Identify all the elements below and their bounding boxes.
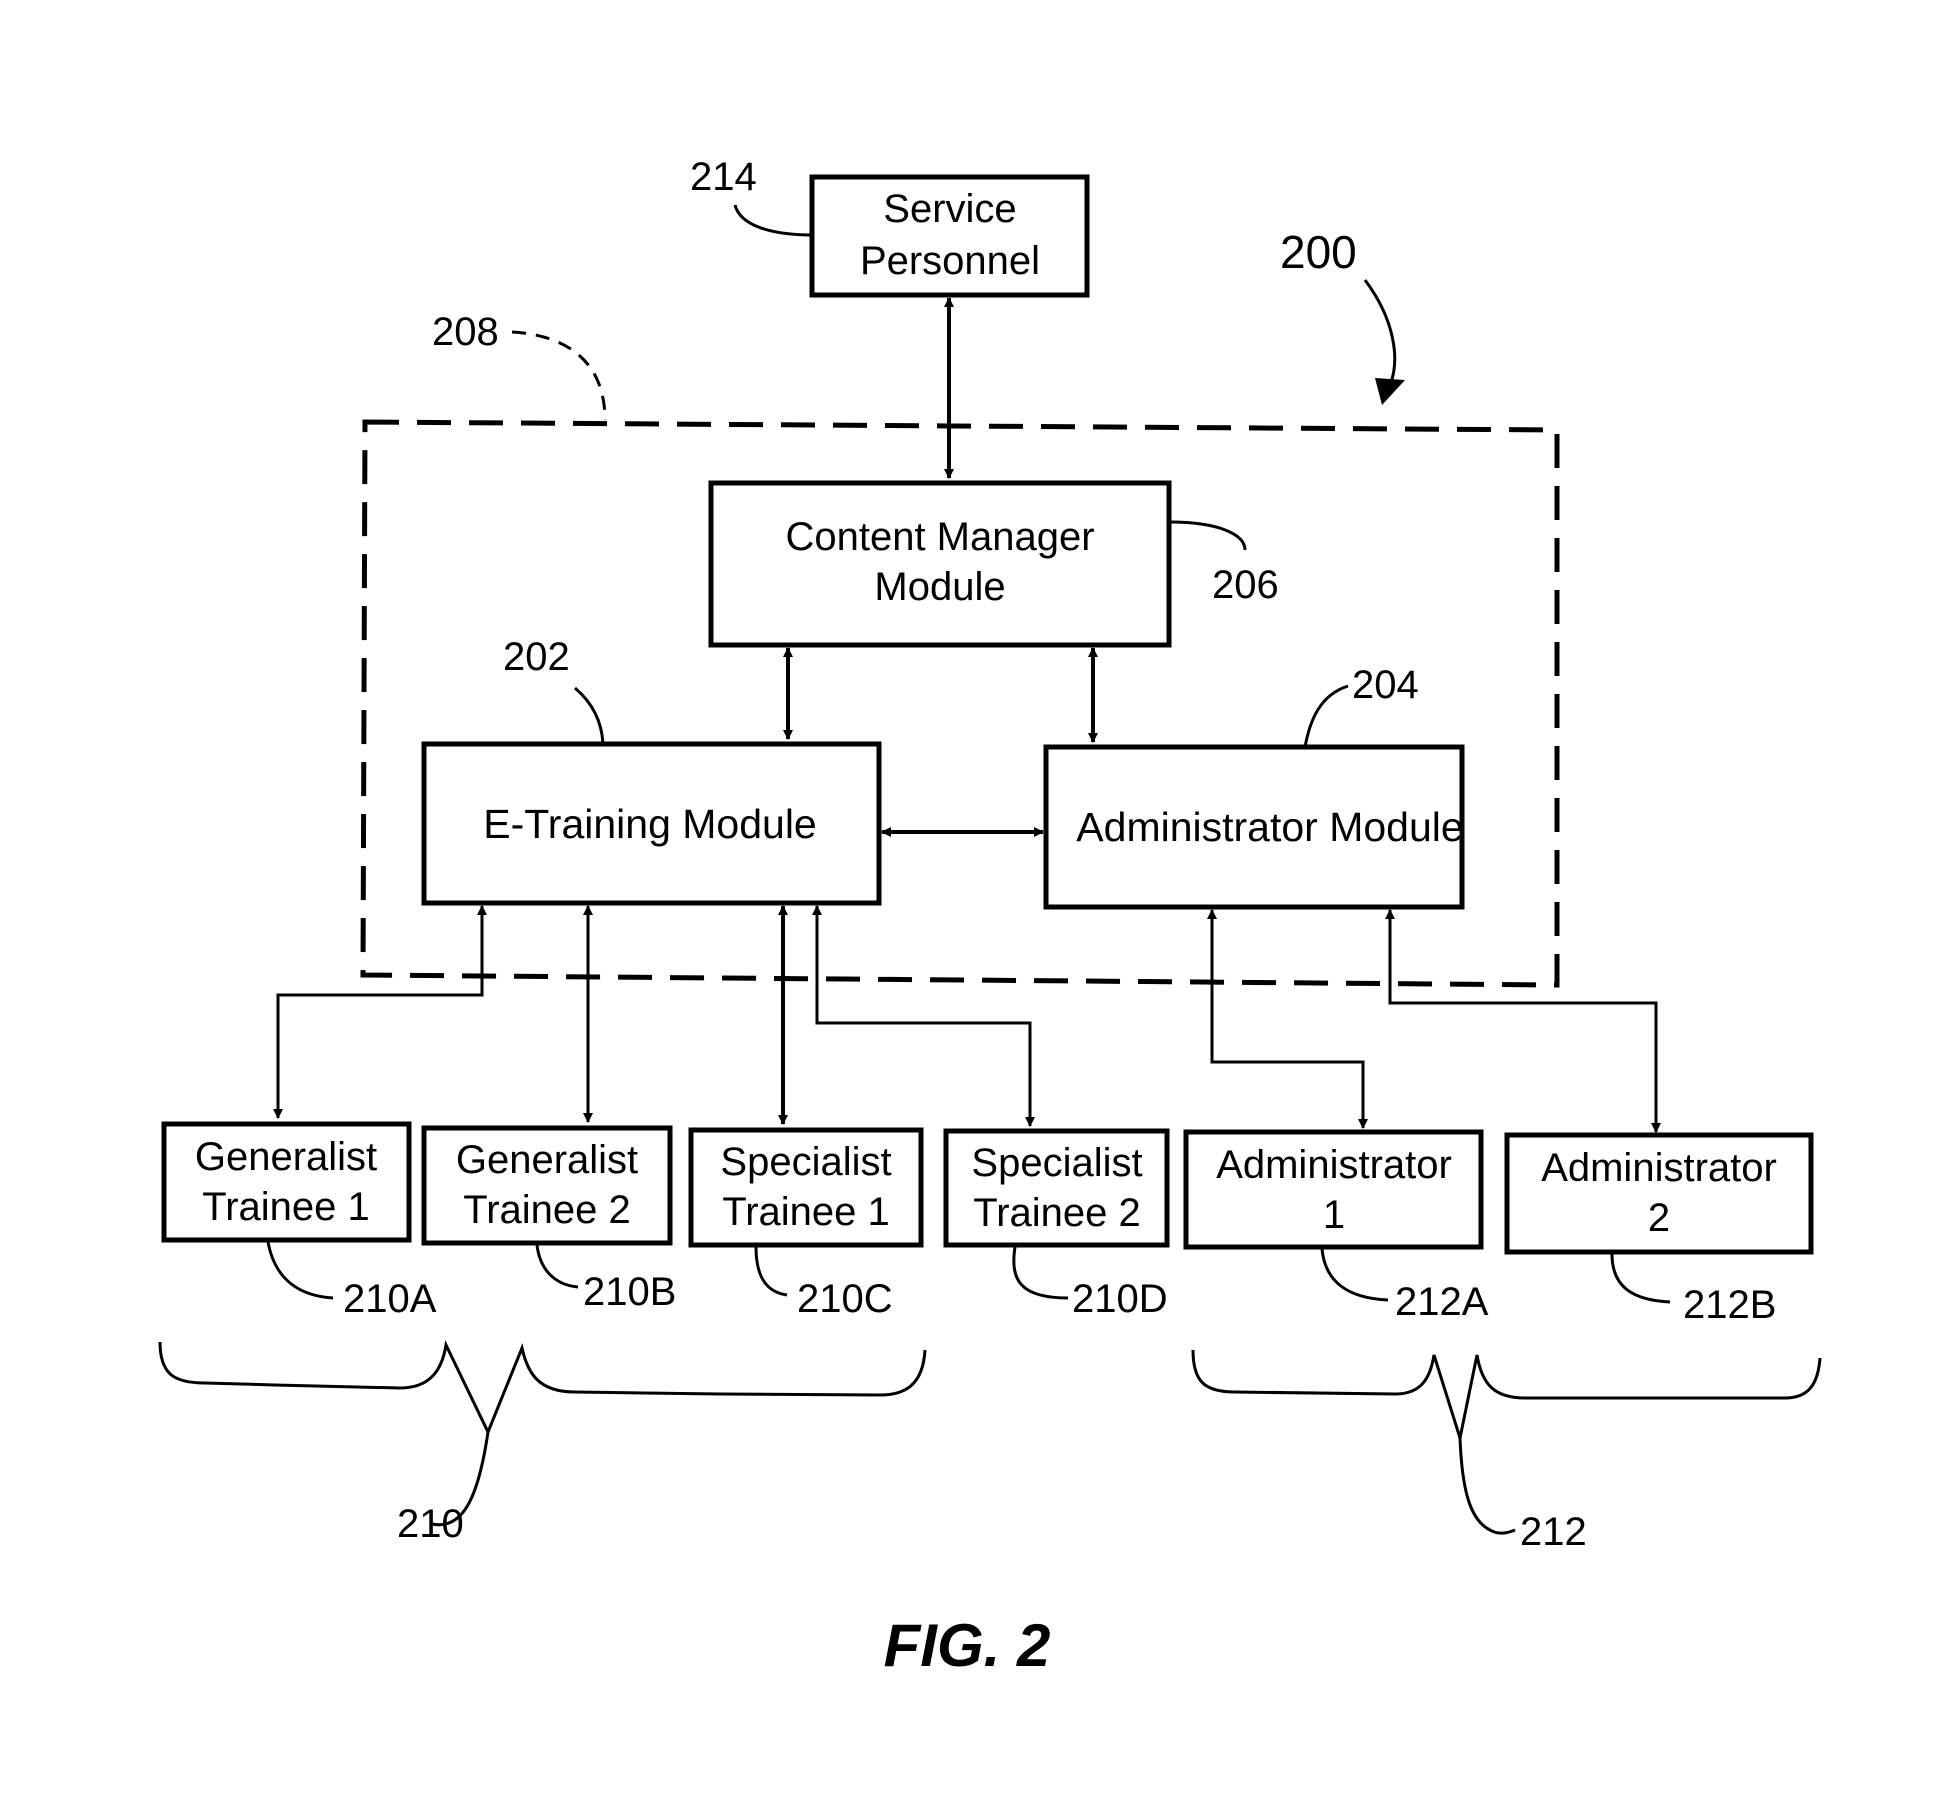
trainee-label-line1: Specialist bbox=[971, 1141, 1142, 1185]
ref-202: 202 bbox=[503, 635, 570, 679]
arrow-admin-administrator-1 bbox=[1207, 909, 1368, 1129]
service-personnel-label-line1: Service bbox=[883, 187, 1016, 231]
trainee-label-line1: Generalist bbox=[195, 1135, 377, 1179]
trainee-label-line2: Trainee 1 bbox=[722, 1190, 890, 1234]
leader-212a bbox=[1320, 1248, 1389, 1302]
ref-210: 210 bbox=[397, 1502, 464, 1546]
ref-206: 206 bbox=[1212, 563, 1279, 607]
content-manager-node: Content Manager Module bbox=[708, 480, 1172, 648]
ref-204: 204 bbox=[1352, 663, 1419, 707]
leader-202 bbox=[574, 686, 605, 745]
ref-210c: 210C bbox=[797, 1277, 893, 1321]
leader-204 bbox=[1303, 684, 1349, 748]
content-manager-label-line1: Content Manager bbox=[785, 515, 1094, 559]
arrowhead-200-icon bbox=[1375, 378, 1405, 405]
ref-210d: 210D bbox=[1072, 1277, 1168, 1321]
content-manager-label-line2: Module bbox=[874, 565, 1005, 609]
trainee-node-generalist-1: Generalist Trainee 1 bbox=[161, 1121, 412, 1243]
system-diagram: Service Personnel 214 200 208 Content Ma… bbox=[158, 155, 1822, 1679]
ref-212a: 212A bbox=[1395, 1280, 1489, 1324]
service-personnel-label-line2: Personnel bbox=[860, 239, 1040, 283]
leader-200 bbox=[1363, 279, 1397, 386]
ref-210a: 210A bbox=[343, 1277, 437, 1321]
leader-212 bbox=[1458, 1437, 1516, 1535]
ref-210b: 210B bbox=[583, 1270, 676, 1314]
leader-210a bbox=[266, 1241, 334, 1300]
leader-208 bbox=[511, 330, 607, 421]
ref-212b: 212B bbox=[1683, 1283, 1776, 1327]
ref-208: 208 bbox=[432, 310, 499, 354]
e-training-label: E-Training Module bbox=[483, 801, 816, 847]
trainee-label-line2: Trainee 1 bbox=[202, 1185, 370, 1229]
trainee-label-line2: Trainee 2 bbox=[463, 1188, 631, 1232]
e-training-node: E-Training Module bbox=[421, 741, 882, 906]
ref-214: 214 bbox=[690, 155, 757, 199]
trainee-label-line1: Generalist bbox=[456, 1138, 638, 1182]
service-personnel-node: Service Personnel bbox=[809, 174, 1090, 298]
administrator-label-line1: Administrator bbox=[1216, 1143, 1452, 1187]
leader-210d bbox=[1012, 1246, 1069, 1300]
trainee-label-line1: Specialist bbox=[720, 1140, 891, 1184]
arrow-admin-administrator-2 bbox=[1385, 909, 1661, 1133]
admin-module-node: Administrator Module bbox=[1043, 744, 1465, 910]
ref-212: 212 bbox=[1520, 1510, 1587, 1554]
administrator-node-2: Administrator 2 bbox=[1504, 1132, 1814, 1255]
administrator-label-line1: Administrator bbox=[1541, 1146, 1777, 1190]
leader-210c bbox=[754, 1246, 788, 1297]
leader-214 bbox=[733, 204, 813, 237]
administrator-label-line2: 2 bbox=[1648, 1196, 1670, 1240]
arrow-etraining-specialist-2 bbox=[812, 905, 1035, 1127]
trainee-node-specialist-1: Specialist Trainee 1 bbox=[688, 1127, 924, 1248]
trainee-label-line2: Trainee 2 bbox=[973, 1191, 1141, 1235]
trainee-node-generalist-2: Generalist Trainee 2 bbox=[421, 1125, 673, 1246]
leader-212b bbox=[1610, 1253, 1671, 1304]
leader-210b bbox=[535, 1244, 579, 1289]
ref-200: 200 bbox=[1280, 226, 1357, 278]
arrow-etraining-generalist-1 bbox=[273, 905, 487, 1119]
brace-administrators bbox=[1191, 1349, 1822, 1444]
administrator-label-line2: 1 bbox=[1323, 1193, 1345, 1237]
admin-module-label: Administrator Module bbox=[1076, 804, 1463, 850]
brace-trainees bbox=[158, 1340, 927, 1436]
trainee-node-specialist-2: Specialist Trainee 2 bbox=[943, 1128, 1170, 1248]
figure-caption: FIG. 2 bbox=[884, 1612, 1051, 1679]
administrator-node-1: Administrator 1 bbox=[1183, 1129, 1484, 1250]
leader-206 bbox=[1169, 520, 1247, 551]
